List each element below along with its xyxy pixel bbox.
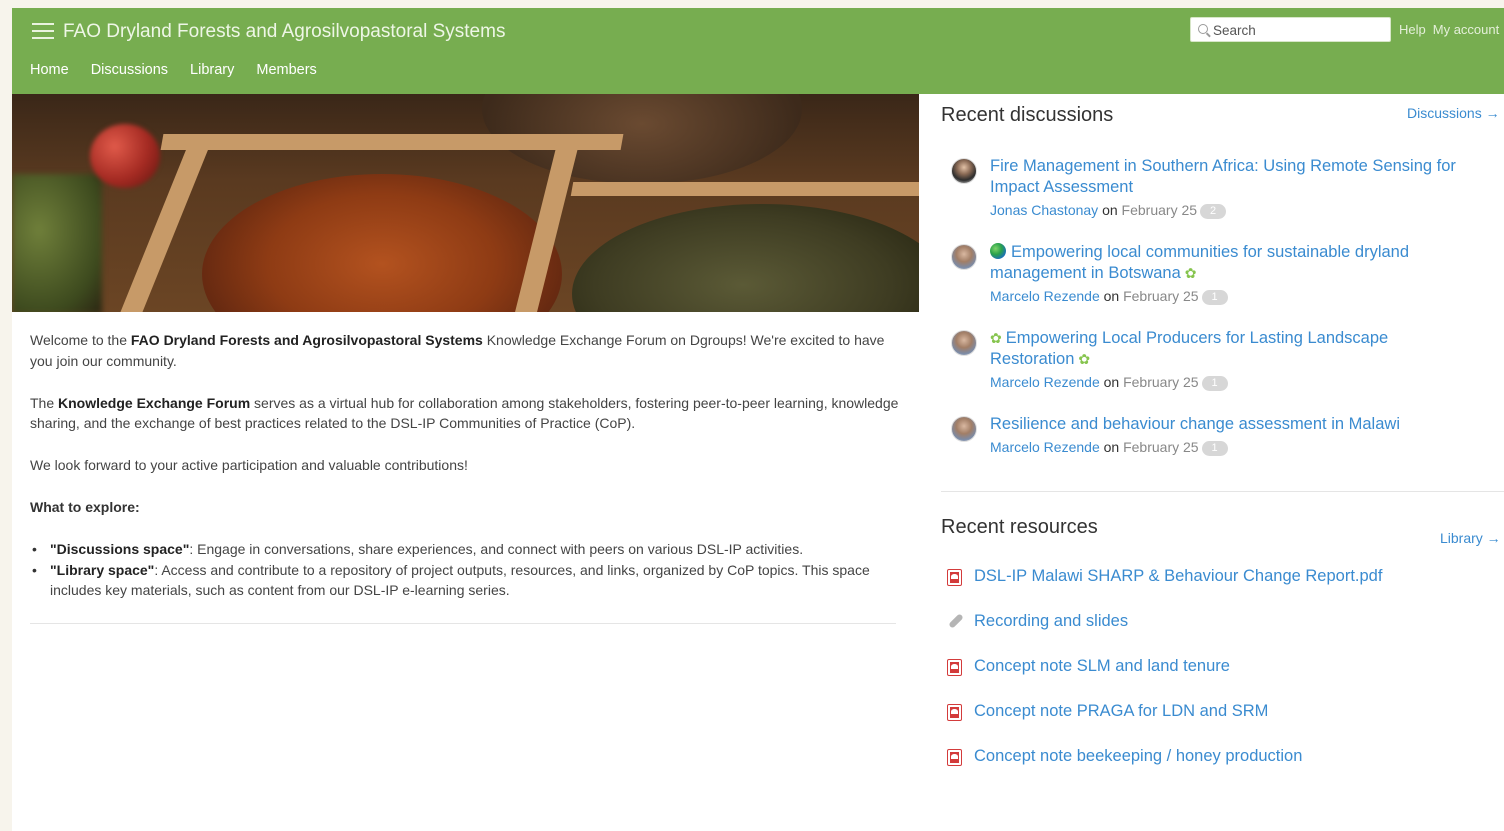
date: February 25 <box>1121 202 1198 218</box>
date: February 25 <box>1123 374 1199 390</box>
sprout-icon: ✿ <box>1184 264 1197 281</box>
resource-link[interactable]: Concept note PRAGA for LDN and SRM <box>974 702 1268 721</box>
discussion-title[interactable]: Resilience and behaviour change assessme… <box>990 414 1490 435</box>
discussion-title[interactable]: ✿ Empowering Local Producers for Lasting … <box>990 328 1490 369</box>
pdf-icon <box>948 750 961 765</box>
my-account-link[interactable]: My account <box>1433 22 1499 37</box>
pdf-icon <box>948 660 961 675</box>
explore-heading: What to explore: <box>30 499 140 515</box>
title-text[interactable]: Empowering Local Producers for Lasting L… <box>990 329 1388 368</box>
nav-home[interactable]: Home <box>30 62 69 78</box>
discussion-meta: Marcelo Rezende on February 25 1 <box>990 439 1228 456</box>
welcome-text: Welcome to the FAO Dryland Forests and A… <box>30 330 900 601</box>
on-word: on <box>1103 288 1120 304</box>
participation-paragraph: We look forward to your active participa… <box>30 457 468 473</box>
resource-item[interactable]: Concept note SLM and land tenure <box>941 657 1501 679</box>
link-icon <box>948 613 964 629</box>
recent-resources-title: Recent resources <box>941 516 1098 538</box>
main-nav: Home Discussions Library Members <box>30 62 317 78</box>
hamburger-menu-icon[interactable] <box>32 23 54 41</box>
text: The <box>30 394 59 411</box>
top-links: Help My account <box>1399 22 1499 37</box>
avatar[interactable] <box>951 330 977 356</box>
date: February 25 <box>1123 439 1199 455</box>
avatar[interactable] <box>951 244 977 270</box>
nav-members[interactable]: Members <box>256 62 316 78</box>
bullet-library: "Library space": Access and contribute t… <box>30 560 900 601</box>
globe-icon <box>990 243 1006 259</box>
text: Welcome to the <box>30 332 131 348</box>
divider <box>30 623 896 624</box>
text-bold: "Library space" <box>50 561 155 578</box>
author-link[interactable]: Marcelo Rezende <box>990 374 1100 390</box>
author-link[interactable]: Marcelo Rezende <box>990 288 1100 304</box>
hero-leaf-shape <box>12 174 102 312</box>
resource-link[interactable]: Concept note beekeeping / honey producti… <box>974 747 1302 766</box>
hero-pile-shape <box>202 174 562 312</box>
resource-item[interactable]: DSL-IP Malawi SHARP & Behaviour Change R… <box>941 567 1501 589</box>
pdf-icon <box>948 705 961 720</box>
resource-link[interactable]: DSL-IP Malawi SHARP & Behaviour Change R… <box>974 567 1382 586</box>
sprout-icon: ✿ <box>1078 350 1091 367</box>
forum-paragraph: The Knowledge Exchange Forum serves as a… <box>30 393 900 434</box>
header-bar: FAO Dryland Forests and Agrosilvopastora… <box>12 8 1504 94</box>
resource-item[interactable]: Concept note beekeeping / honey producti… <box>941 747 1501 769</box>
site-title[interactable]: FAO Dryland Forests and Agrosilvopastora… <box>63 21 505 43</box>
text: : Access and contribute to a repository … <box>50 561 870 599</box>
date: February 25 <box>1123 288 1199 304</box>
discussion-meta: Marcelo Rezende on February 25 1 <box>990 374 1228 391</box>
app-window: FAO Dryland Forests and Agrosilvopastora… <box>12 8 1504 831</box>
library-link[interactable]: Library → <box>1440 530 1501 546</box>
search-input[interactable] <box>1213 21 1383 39</box>
text-bold: Knowledge Exchange Forum <box>58 394 251 411</box>
discussion-title[interactable]: Fire Management in Southern Africa: Usin… <box>990 156 1490 197</box>
welcome-paragraph: Welcome to the FAO Dryland Forests and A… <box>30 330 900 371</box>
on-word: on <box>1102 202 1118 218</box>
divider <box>941 491 1504 492</box>
hero-pile-shape <box>572 204 919 312</box>
nav-discussions[interactable]: Discussions <box>91 62 168 78</box>
text-bold: FAO Dryland Forests and Agrosilvopastora… <box>130 332 483 348</box>
resource-item[interactable]: Recording and slides <box>941 612 1501 634</box>
avatar[interactable] <box>951 416 977 442</box>
resource-link[interactable]: Concept note SLM and land tenure <box>974 657 1230 676</box>
recent-discussions-title: Recent discussions <box>941 104 1114 126</box>
nav-library[interactable]: Library <box>190 62 234 78</box>
on-word: on <box>1103 374 1120 390</box>
hero-board-shape <box>570 182 919 196</box>
hero-board-shape <box>160 134 624 150</box>
reply-count-badge: 1 <box>1201 290 1228 305</box>
text-bold: "Discussions space" <box>50 541 190 557</box>
discussion-title[interactable]: Empowering local communities for sustain… <box>990 242 1490 283</box>
reply-count-badge: 1 <box>1201 441 1228 456</box>
hero-berry-shape <box>90 124 160 188</box>
discussion-meta: Jonas Chastonay on February 25 2 <box>990 202 1227 219</box>
reply-count-badge: 1 <box>1201 376 1228 391</box>
author-link[interactable]: Marcelo Rezende <box>990 439 1100 455</box>
author-link[interactable]: Jonas Chastonay <box>990 202 1098 218</box>
pdf-icon <box>948 570 961 585</box>
resource-item[interactable]: Concept note PRAGA for LDN and SRM <box>941 702 1501 724</box>
bullet-discussions: "Discussions space": Engage in conversat… <box>30 539 900 560</box>
discussions-link[interactable]: Discussions → <box>1407 105 1500 121</box>
search-box[interactable] <box>1190 17 1391 42</box>
title-text[interactable]: Empowering local communities for sustain… <box>990 243 1409 282</box>
reply-count-badge: 2 <box>1200 204 1227 219</box>
avatar[interactable] <box>951 158 977 184</box>
text: : Engage in conversations, share experie… <box>189 541 804 557</box>
discussion-meta: Marcelo Rezende on February 25 1 <box>990 288 1228 305</box>
search-icon <box>1198 24 1208 34</box>
resource-link[interactable]: Recording and slides <box>974 612 1128 631</box>
on-word: on <box>1103 439 1120 455</box>
hero-banner-image <box>12 94 919 312</box>
sprout-icon: ✿ <box>990 330 1002 346</box>
help-link[interactable]: Help <box>1399 22 1426 37</box>
